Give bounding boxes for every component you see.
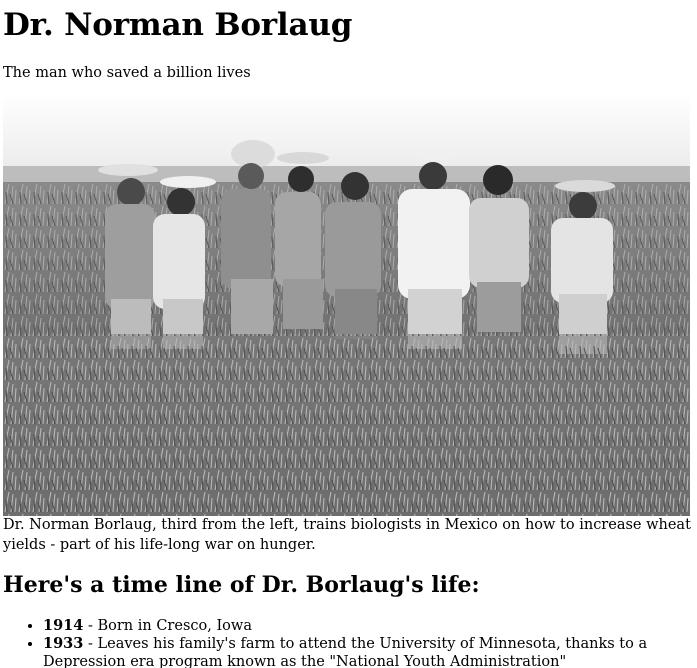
page-title: Dr. Norman Borlaug [3, 7, 353, 43]
timeline-separator: - [83, 636, 98, 652]
photo-caption: Dr. Norman Borlaug, third from the left,… [3, 517, 691, 553]
timeline-item: 1914 - Born in Cresco, Iowa [43, 617, 693, 635]
timeline-heading: Here's a time line of Dr. Borlaug's life… [3, 572, 480, 598]
timeline-text: Leaves his family's farm to attend the U… [43, 636, 648, 668]
wheat-field-photo [3, 94, 690, 516]
timeline-year: 1914 [43, 617, 84, 634]
timeline-item: 1933 - Leaves his family's farm to atten… [43, 635, 693, 668]
timeline-year: 1933 [43, 635, 84, 652]
timeline-separator: - [83, 618, 98, 634]
timeline-list: 1914 - Born in Cresco, Iowa 1933 - Leave… [3, 617, 693, 668]
page-subtitle: The man who saved a billion lives [3, 65, 251, 81]
timeline-text: Born in Cresco, Iowa [97, 618, 252, 634]
